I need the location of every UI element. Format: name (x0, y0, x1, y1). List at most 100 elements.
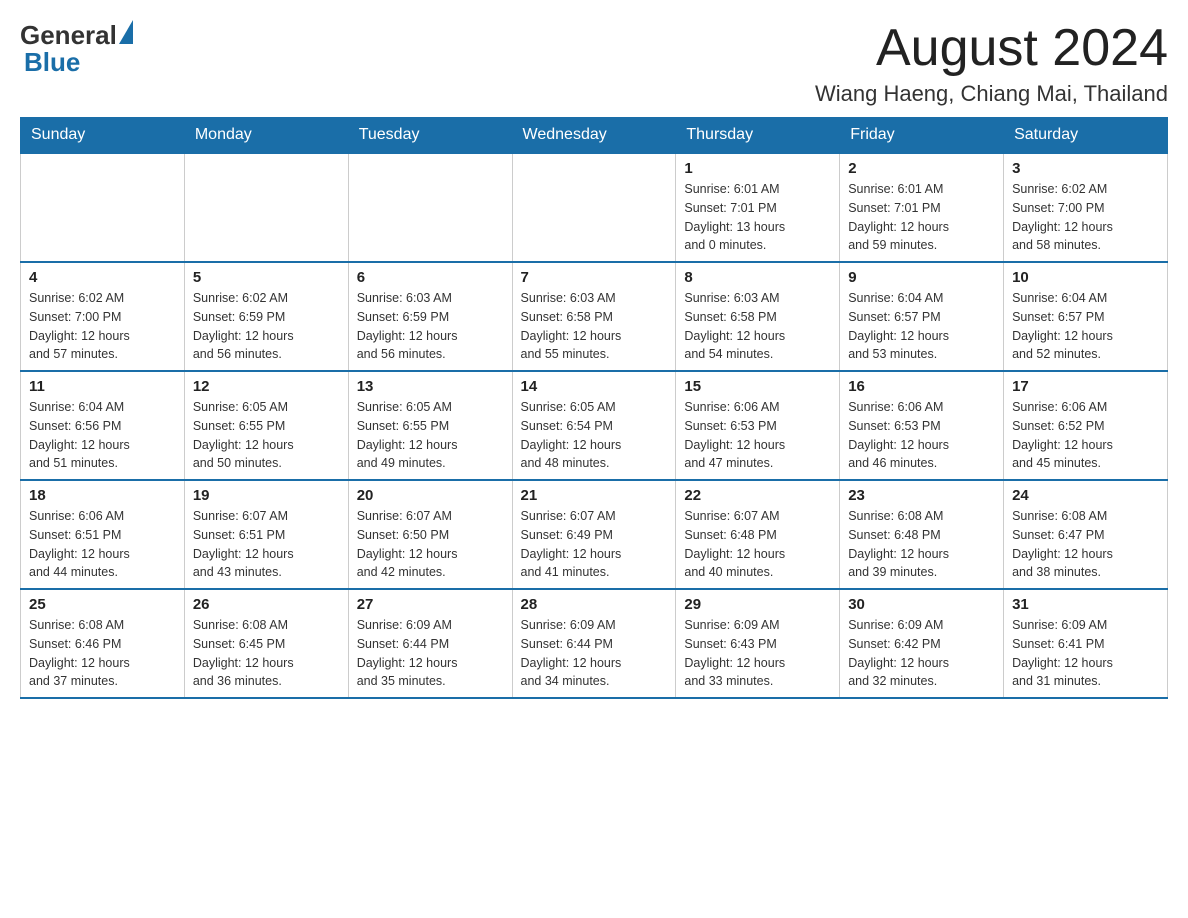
day-info: Sunrise: 6:09 AM Sunset: 6:44 PM Dayligh… (357, 616, 504, 691)
day-info: Sunrise: 6:03 AM Sunset: 6:58 PM Dayligh… (684, 289, 831, 364)
day-info: Sunrise: 6:06 AM Sunset: 6:51 PM Dayligh… (29, 507, 176, 582)
day-info: Sunrise: 6:04 AM Sunset: 6:57 PM Dayligh… (1012, 289, 1159, 364)
calendar-cell: 10 Sunrise: 6:04 AM Sunset: 6:57 PM Dayli… (1004, 262, 1168, 371)
day-info: Sunrise: 6:05 AM Sunset: 6:54 PM Dayligh… (521, 398, 668, 473)
day-number: 31 (1012, 596, 1159, 613)
day-number: 11 (29, 378, 176, 395)
calendar-day-header: Sunday (21, 118, 185, 154)
calendar-cell: 30Sunrise: 6:09 AM Sunset: 6:42 PM Dayli… (840, 589, 1004, 698)
calendar-cell: 24 Sunrise: 6:08 AM Sunset: 6:47 PM Dayli… (1004, 480, 1168, 589)
day-number: 27 (357, 596, 504, 613)
calendar-week-row: 11 Sunrise: 6:04 AM Sunset: 6:56 PM Dayli… (21, 371, 1168, 480)
calendar-cell: 14 Sunrise: 6:05 AM Sunset: 6:54 PM Dayli… (512, 371, 676, 480)
calendar-cell: 29 Sunrise: 6:09 AM Sunset: 6:43 PM Dayli… (676, 589, 840, 698)
calendar-cell: 28Sunrise: 6:09 AM Sunset: 6:44 PM Dayli… (512, 589, 676, 698)
calendar-cell: 3Sunrise: 6:02 AM Sunset: 7:00 PM Daylig… (1004, 153, 1168, 262)
calendar-cell (348, 153, 512, 262)
day-number: 9 (848, 269, 995, 286)
day-number: 26 (193, 596, 340, 613)
day-info: Sunrise: 6:07 AM Sunset: 6:48 PM Dayligh… (684, 507, 831, 582)
calendar-header-row: SundayMondayTuesdayWednesdayThursdayFrid… (21, 118, 1168, 154)
calendar-cell: 8 Sunrise: 6:03 AM Sunset: 6:58 PM Daylig… (676, 262, 840, 371)
calendar-week-row: 4 Sunrise: 6:02 AM Sunset: 7:00 PM Daylig… (21, 262, 1168, 371)
logo-triangle-icon (119, 20, 133, 44)
day-number: 19 (193, 487, 340, 504)
day-info: Sunrise: 6:07 AM Sunset: 6:50 PM Dayligh… (357, 507, 504, 582)
calendar-cell (512, 153, 676, 262)
calendar-cell (21, 153, 185, 262)
calendar-day-header: Tuesday (348, 118, 512, 154)
calendar-cell: 4 Sunrise: 6:02 AM Sunset: 7:00 PM Daylig… (21, 262, 185, 371)
day-info: Sunrise: 6:05 AM Sunset: 6:55 PM Dayligh… (357, 398, 504, 473)
day-info: Sunrise: 6:09 AM Sunset: 6:42 PM Dayligh… (848, 616, 995, 691)
day-number: 7 (521, 269, 668, 286)
day-info: Sunrise: 6:09 AM Sunset: 6:41 PM Dayligh… (1012, 616, 1159, 691)
day-info: Sunrise: 6:03 AM Sunset: 6:58 PM Dayligh… (521, 289, 668, 364)
day-info: Sunrise: 6:09 AM Sunset: 6:43 PM Dayligh… (684, 616, 831, 691)
day-info: Sunrise: 6:08 AM Sunset: 6:46 PM Dayligh… (29, 616, 176, 691)
calendar-day-header: Wednesday (512, 118, 676, 154)
calendar-day-header: Saturday (1004, 118, 1168, 154)
day-number: 22 (684, 487, 831, 504)
day-info: Sunrise: 6:04 AM Sunset: 6:56 PM Dayligh… (29, 398, 176, 473)
calendar-day-header: Thursday (676, 118, 840, 154)
day-info: Sunrise: 6:07 AM Sunset: 6:51 PM Dayligh… (193, 507, 340, 582)
day-number: 12 (193, 378, 340, 395)
day-number: 8 (684, 269, 831, 286)
calendar-cell: 9 Sunrise: 6:04 AM Sunset: 6:57 PM Daylig… (840, 262, 1004, 371)
calendar-cell: 11 Sunrise: 6:04 AM Sunset: 6:56 PM Dayli… (21, 371, 185, 480)
page-header: General Blue August 2024 Wiang Haeng, Ch… (20, 20, 1168, 107)
day-info: Sunrise: 6:08 AM Sunset: 6:45 PM Dayligh… (193, 616, 340, 691)
day-info: Sunrise: 6:03 AM Sunset: 6:59 PM Dayligh… (357, 289, 504, 364)
day-number: 5 (193, 269, 340, 286)
calendar-day-header: Monday (184, 118, 348, 154)
calendar-table: SundayMondayTuesdayWednesdayThursdayFrid… (20, 117, 1168, 699)
day-number: 28 (521, 596, 668, 613)
logo: General Blue (20, 20, 131, 78)
day-number: 16 (848, 378, 995, 395)
day-info: Sunrise: 6:06 AM Sunset: 6:53 PM Dayligh… (684, 398, 831, 473)
calendar-cell: 13 Sunrise: 6:05 AM Sunset: 6:55 PM Dayli… (348, 371, 512, 480)
calendar-cell: 31 Sunrise: 6:09 AM Sunset: 6:41 PM Dayli… (1004, 589, 1168, 698)
calendar-cell: 22 Sunrise: 6:07 AM Sunset: 6:48 PM Dayli… (676, 480, 840, 589)
day-info: Sunrise: 6:08 AM Sunset: 6:47 PM Dayligh… (1012, 507, 1159, 582)
calendar-week-row: 25 Sunrise: 6:08 AM Sunset: 6:46 PM Dayli… (21, 589, 1168, 698)
day-number: 18 (29, 487, 176, 504)
calendar-week-row: 1Sunrise: 6:01 AM Sunset: 7:01 PM Daylig… (21, 153, 1168, 262)
day-number: 6 (357, 269, 504, 286)
day-number: 10 (1012, 269, 1159, 286)
day-number: 25 (29, 596, 176, 613)
location-title: Wiang Haeng, Chiang Mai, Thailand (815, 81, 1168, 107)
day-number: 29 (684, 596, 831, 613)
calendar-week-row: 18 Sunrise: 6:06 AM Sunset: 6:51 PM Dayli… (21, 480, 1168, 589)
calendar-cell: 15 Sunrise: 6:06 AM Sunset: 6:53 PM Dayli… (676, 371, 840, 480)
day-info: Sunrise: 6:02 AM Sunset: 7:00 PM Dayligh… (29, 289, 176, 364)
day-info: Sunrise: 6:01 AM Sunset: 7:01 PM Dayligh… (848, 180, 995, 255)
calendar-cell (184, 153, 348, 262)
day-info: Sunrise: 6:06 AM Sunset: 6:52 PM Dayligh… (1012, 398, 1159, 473)
day-number: 21 (521, 487, 668, 504)
day-info: Sunrise: 6:01 AM Sunset: 7:01 PM Dayligh… (684, 180, 831, 255)
calendar-cell: 20 Sunrise: 6:07 AM Sunset: 6:50 PM Dayli… (348, 480, 512, 589)
calendar-cell: 16Sunrise: 6:06 AM Sunset: 6:53 PM Dayli… (840, 371, 1004, 480)
day-number: 20 (357, 487, 504, 504)
day-info: Sunrise: 6:02 AM Sunset: 6:59 PM Dayligh… (193, 289, 340, 364)
calendar-cell: 26 Sunrise: 6:08 AM Sunset: 6:45 PM Dayli… (184, 589, 348, 698)
day-info: Sunrise: 6:04 AM Sunset: 6:57 PM Dayligh… (848, 289, 995, 364)
day-info: Sunrise: 6:07 AM Sunset: 6:49 PM Dayligh… (521, 507, 668, 582)
calendar-cell: 27 Sunrise: 6:09 AM Sunset: 6:44 PM Dayli… (348, 589, 512, 698)
calendar-cell: 1Sunrise: 6:01 AM Sunset: 7:01 PM Daylig… (676, 153, 840, 262)
day-number: 3 (1012, 160, 1159, 177)
calendar-cell: 17 Sunrise: 6:06 AM Sunset: 6:52 PM Dayli… (1004, 371, 1168, 480)
day-number: 4 (29, 269, 176, 286)
day-number: 14 (521, 378, 668, 395)
calendar-cell: 18 Sunrise: 6:06 AM Sunset: 6:51 PM Dayli… (21, 480, 185, 589)
calendar-cell: 6 Sunrise: 6:03 AM Sunset: 6:59 PM Daylig… (348, 262, 512, 371)
day-number: 24 (1012, 487, 1159, 504)
calendar-cell: 23Sunrise: 6:08 AM Sunset: 6:48 PM Dayli… (840, 480, 1004, 589)
day-number: 15 (684, 378, 831, 395)
month-title: August 2024 (815, 20, 1168, 77)
day-number: 17 (1012, 378, 1159, 395)
day-number: 13 (357, 378, 504, 395)
calendar-cell: 2Sunrise: 6:01 AM Sunset: 7:01 PM Daylig… (840, 153, 1004, 262)
